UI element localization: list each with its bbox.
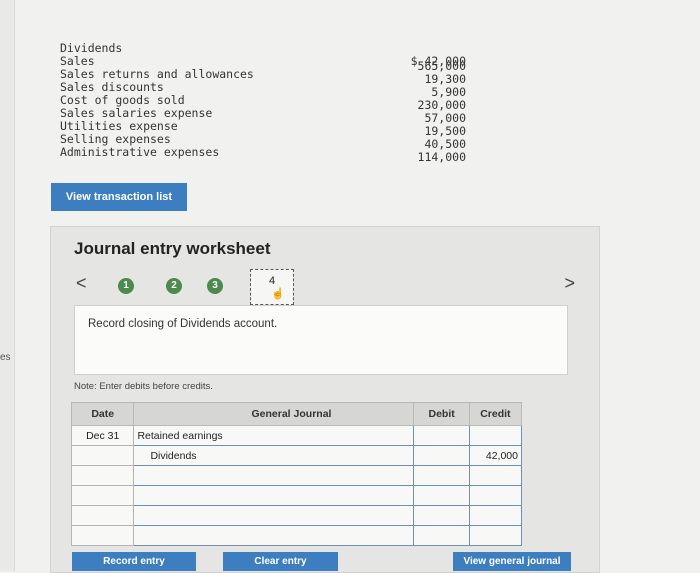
table-header-row: Date General Journal Debit Credit xyxy=(70,402,523,426)
table-row xyxy=(70,525,523,546)
step-2-button[interactable]: 2 xyxy=(166,278,182,294)
table-row: Dec 31 Retained earnings xyxy=(70,425,523,446)
journal-table: Date General Journal Debit Credit Dec 31… xyxy=(70,402,523,546)
debit-input[interactable] xyxy=(413,525,470,546)
date-cell[interactable] xyxy=(70,485,135,506)
credit-input[interactable] xyxy=(468,525,523,546)
debit-input[interactable] xyxy=(413,425,470,446)
credit-input[interactable]: 42,000 xyxy=(468,445,523,466)
step-1-button[interactable]: 1 xyxy=(118,278,134,294)
date-cell[interactable] xyxy=(70,445,135,466)
date-cell[interactable]: Dec 31 xyxy=(70,425,135,446)
header-credit: Credit xyxy=(468,402,523,426)
account-input[interactable]: Retained earnings xyxy=(133,425,415,446)
account-amount: 114,000 xyxy=(417,150,466,164)
account-name: Administrative expenses xyxy=(60,145,220,159)
debit-input[interactable] xyxy=(413,485,470,506)
account-input[interactable] xyxy=(133,505,415,526)
hand-pointer-icon: ☝ xyxy=(271,288,285,300)
debit-input[interactable] xyxy=(413,505,470,526)
prev-arrow-icon[interactable]: < xyxy=(76,273,87,294)
instruction-text: Record closing of Dividends account. xyxy=(88,318,278,330)
date-cell[interactable] xyxy=(70,525,135,546)
worksheet-title: Journal entry worksheet xyxy=(74,239,271,258)
view-transaction-list-button[interactable]: View transaction list xyxy=(51,183,187,211)
journal-entry-worksheet: Journal entry worksheet < 1 2 3 4 ☝ > Re… xyxy=(50,226,600,573)
header-general-journal: General Journal xyxy=(133,402,415,426)
account-balances: Dividends $ 42,000 Sales 565,000 Sales ret… xyxy=(60,42,472,164)
view-general-journal-button[interactable]: View general journal xyxy=(453,552,571,571)
debit-input[interactable] xyxy=(413,465,470,486)
left-panel-edge xyxy=(0,0,15,571)
step-4-label: 4 xyxy=(268,275,276,287)
table-row: Dividends 42,000 xyxy=(70,445,523,466)
account-input[interactable] xyxy=(133,525,415,546)
clear-entry-button[interactable]: Clear entry xyxy=(223,552,338,571)
account-input[interactable] xyxy=(133,485,415,506)
credit-input[interactable] xyxy=(468,465,523,486)
account-input[interactable] xyxy=(133,465,415,486)
note-text: Note: Enter debits before credits. xyxy=(74,381,213,392)
step-3-button[interactable]: 3 xyxy=(207,278,223,294)
table-row xyxy=(70,485,523,506)
record-entry-button[interactable]: Record entry xyxy=(72,552,196,571)
date-cell[interactable] xyxy=(70,465,135,486)
step-4-button[interactable]: 4 ☝ xyxy=(250,269,294,305)
edge-label: es xyxy=(0,352,11,363)
account-input[interactable]: Dividends xyxy=(133,445,415,466)
credit-input[interactable] xyxy=(468,505,523,526)
credit-input[interactable] xyxy=(468,425,523,446)
account-row: Administrative expenses 114,000 xyxy=(60,145,472,164)
instruction-box: Record closing of Dividends account. xyxy=(74,305,568,375)
credit-input[interactable] xyxy=(468,485,523,506)
account-row: Dividends $ 42,000 xyxy=(60,42,472,68)
table-row xyxy=(70,465,523,486)
next-arrow-icon[interactable]: > xyxy=(564,273,575,294)
debit-input[interactable] xyxy=(413,445,470,466)
header-date: Date xyxy=(70,402,135,426)
date-cell[interactable] xyxy=(70,505,135,526)
header-debit: Debit xyxy=(413,402,470,426)
table-row xyxy=(70,505,523,526)
